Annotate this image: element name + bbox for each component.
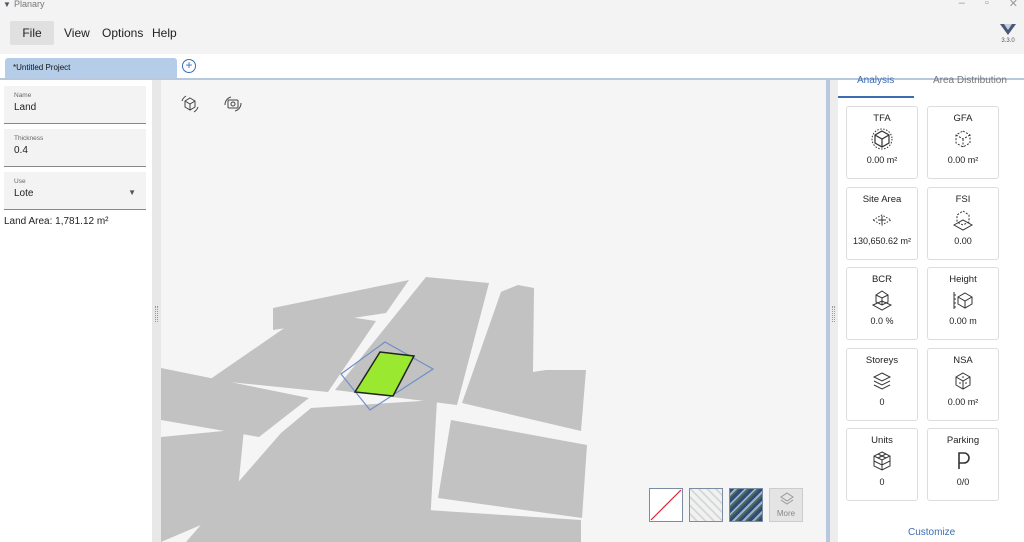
- metric-value: 0.00 m²: [947, 396, 979, 407]
- metric-title: TFA: [873, 113, 891, 124]
- tab-analysis[interactable]: Analysis: [857, 75, 894, 86]
- fsi-icon: [952, 209, 974, 231]
- gfa-cube-icon: [952, 128, 974, 150]
- chevron-down-icon: ▼: [128, 188, 136, 197]
- menu-help[interactable]: Help: [146, 21, 183, 45]
- tab-untitled-project[interactable]: *Untitled Project: [5, 58, 177, 78]
- metric-title: Storeys: [865, 354, 899, 366]
- maximize-icon[interactable]: ▫: [985, 0, 989, 10]
- no-basemap-icon: [650, 489, 682, 521]
- customize-button[interactable]: Customize: [908, 527, 955, 538]
- metric-value: 0.0 %: [870, 316, 894, 326]
- add-tab-icon[interactable]: +: [182, 59, 196, 73]
- metric-value: 0: [879, 396, 885, 407]
- map-viewport[interactable]: More: [161, 80, 827, 542]
- metric-card-site-area[interactable]: Site Area 130,650.62 m²: [846, 186, 918, 260]
- metric-title: GFA: [953, 113, 973, 124]
- basemap-light-button[interactable]: [689, 488, 723, 522]
- metric-value: 0.00 m²: [866, 155, 898, 165]
- app-title: Planary: [14, 0, 45, 9]
- metric-value: 0/0: [956, 477, 970, 487]
- land-area-readout: Land Area: 1,781.12 m²: [4, 216, 109, 227]
- title-bar: ▼ Planary – ▫ ✕: [0, 0, 1024, 12]
- metric-value: 0: [879, 477, 885, 487]
- metric-title: BCR: [871, 274, 893, 285]
- units-cubes-icon: [871, 450, 893, 472]
- metric-title: NSA: [953, 354, 973, 366]
- metric-value: 130,650.62 m²: [852, 235, 912, 246]
- bcr-icon: [871, 289, 893, 311]
- tab-area-distribution[interactable]: Area Distribution: [933, 75, 1007, 86]
- use-select[interactable]: Use Lote ▼: [4, 172, 146, 210]
- name-value: Land: [14, 102, 37, 113]
- app-logo-icon: ▼: [3, 0, 11, 9]
- menu-file[interactable]: File: [10, 21, 54, 45]
- menu-bar: File View Options Help 3.3.0: [0, 12, 1024, 54]
- basemap-none-button[interactable]: [649, 488, 683, 522]
- metric-title: Units: [871, 435, 893, 446]
- layers-icon: [779, 491, 795, 509]
- nsa-cube-icon: [952, 370, 974, 392]
- brand-logo-icon: [996, 22, 1020, 38]
- metric-card-parking[interactable]: Parking 0/0: [927, 428, 999, 501]
- metric-title: Site Area: [862, 193, 902, 205]
- metric-card-fsi[interactable]: FSI 0.00: [927, 186, 999, 260]
- active-tab-indicator: [838, 96, 914, 98]
- city-block: [416, 510, 581, 542]
- basemap-more-button[interactable]: More: [769, 488, 803, 522]
- metric-value: 0.00 m: [949, 316, 977, 326]
- thickness-label: Thickness: [14, 135, 44, 142]
- metric-card-bcr[interactable]: BCR 0.0 %: [846, 267, 918, 340]
- thickness-value: 0.4: [14, 145, 28, 156]
- minimize-icon[interactable]: –: [959, 0, 965, 10]
- tfa-cube-icon: [871, 128, 893, 150]
- metric-card-nsa[interactable]: NSA 0.00 m²: [927, 347, 999, 421]
- metric-card-gfa[interactable]: GFA 0.00 m²: [927, 106, 999, 179]
- analysis-panel: Analysis Area Distribution TFA 0.00 m² GFA…: [830, 75, 1024, 542]
- use-value: Lote: [14, 188, 34, 199]
- name-field[interactable]: Name Land: [4, 86, 146, 124]
- window-controls: – ▫ ✕: [959, 0, 1018, 10]
- metric-value: 0.00 m²: [947, 155, 979, 165]
- metric-title: Height: [949, 274, 977, 285]
- rotate-camera-icon[interactable]: [223, 94, 243, 114]
- basemap-satellite-button[interactable]: [729, 488, 763, 522]
- storeys-layers-icon: [871, 370, 893, 392]
- properties-panel: Name Land Thickness 0.4 Use Lote ▼ Land …: [0, 80, 152, 542]
- thickness-field[interactable]: Thickness 0.4: [4, 129, 146, 167]
- city-block: [438, 420, 587, 518]
- app-version: 3.3.0: [1001, 38, 1015, 44]
- use-label: Use: [14, 178, 26, 185]
- metric-card-height[interactable]: Height 0.00 m: [927, 267, 999, 340]
- splitter-grip-icon[interactable]: [155, 306, 158, 322]
- parking-icon: [952, 450, 974, 472]
- metric-card-units[interactable]: Units 0: [846, 428, 918, 501]
- splitter-grip-icon[interactable]: [832, 306, 835, 322]
- more-label: More: [776, 509, 796, 518]
- menu-options[interactable]: Options: [96, 21, 149, 45]
- left-splitter[interactable]: [152, 80, 161, 542]
- close-icon[interactable]: ✕: [1009, 0, 1018, 10]
- metric-value: 0.00: [954, 235, 972, 246]
- menu-view[interactable]: View: [58, 21, 96, 45]
- name-label: Name: [14, 92, 32, 99]
- metric-card-tfa[interactable]: TFA 0.00 m²: [846, 106, 918, 179]
- right-splitter[interactable]: [830, 80, 838, 542]
- metric-title: FSI: [955, 193, 971, 205]
- height-icon: [952, 289, 974, 311]
- city-blocks-scene[interactable]: [161, 80, 827, 542]
- metric-card-storeys[interactable]: Storeys 0: [846, 347, 918, 421]
- metric-title: Parking: [946, 435, 980, 446]
- brand-badge: 3.3.0: [996, 22, 1020, 44]
- site-area-icon: [871, 209, 893, 231]
- orbit-view-icon[interactable]: [180, 94, 200, 114]
